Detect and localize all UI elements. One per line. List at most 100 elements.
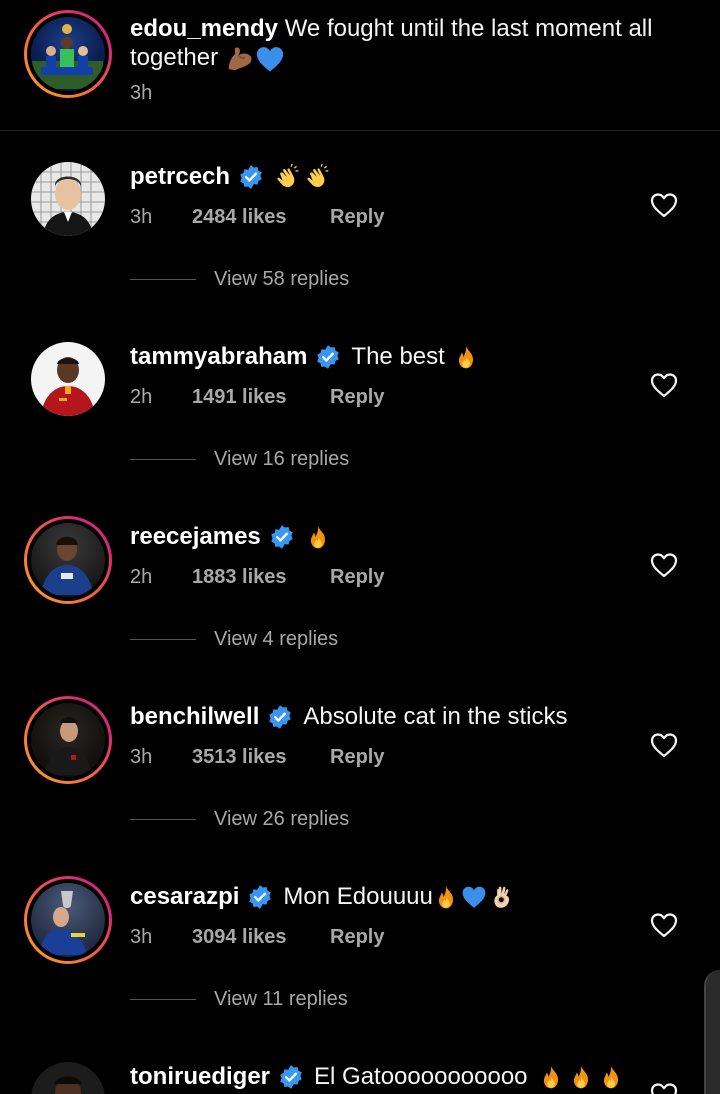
view-replies-label: View 4 replies [214,628,339,650]
comment-meta: 3h 3094 likes Reply [130,926,384,949]
comment-likes[interactable]: 3513 likes [192,746,330,769]
comment-time: 3h [130,926,153,948]
blue-heart-icon [461,884,487,910]
reply-button[interactable]: Reply [330,926,384,949]
fire-icon [453,344,479,370]
like-heart-icon[interactable] [650,552,678,578]
comment-likes[interactable]: 1491 likes [192,386,330,409]
scrollbar-thumb[interactable] [704,970,720,1094]
comment-username[interactable]: petrcech [130,162,230,192]
comment-likes[interactable]: 2484 likes [192,206,330,229]
comment-meta: 3h 3513 likes Reply [130,746,384,769]
comment-time: 2h [130,386,153,408]
view-replies-button[interactable]: View 58 replies [130,268,349,291]
comment-likes[interactable]: 3094 likes [192,926,330,949]
avatar[interactable] [31,1062,105,1094]
comment-time: 2h [130,566,153,588]
view-replies-label: View 58 replies [214,268,350,290]
avatar[interactable] [24,696,112,784]
comment-line: reecejames [130,522,331,552]
verified-badge-icon [269,524,295,550]
comment-item: reecejames 2h 1883 likes Reply View 4 re… [0,510,720,690]
like-heart-icon[interactable] [650,1082,678,1094]
comment-line: toniruediger El Gatooooooooooo [130,1062,624,1092]
profile-photo-icon [41,536,93,595]
divider [130,639,196,640]
comment-username[interactable]: toniruediger [130,1062,270,1092]
avatar[interactable] [24,516,112,604]
comment-item: tammyabraham The best 2h 1491 likes Repl… [0,330,720,510]
view-replies-button[interactable]: View 26 replies [130,808,349,831]
reply-button[interactable]: Reply [330,206,384,229]
verified-badge-icon [315,344,341,370]
fire-icon [433,884,459,910]
view-replies-label: View 26 replies [214,808,350,830]
flexed-biceps-icon [225,44,255,74]
profile-photo-icon [39,891,87,955]
caption-username[interactable]: edou_mendy [130,15,278,42]
clapping-hands-icon [304,164,330,190]
comment-item: toniruediger El Gatooooooooooo [0,1050,720,1094]
avatar[interactable] [24,876,112,964]
profile-photo-icon [45,717,91,775]
like-heart-icon[interactable] [650,192,678,218]
view-replies-button[interactable]: View 16 replies [130,448,349,471]
comment-line: tammyabraham The best [130,342,479,372]
comment-meta: 2h 1491 likes Reply [130,386,384,409]
divider [130,459,196,460]
comment-username[interactable]: reecejames [130,522,261,552]
fire-icon [305,524,331,550]
comment-line: benchilwell Absolute cat in the sticks [130,702,568,732]
comment-username[interactable]: tammyabraham [130,342,307,372]
comment-emojis [538,1064,624,1090]
verified-badge-icon [267,704,293,730]
like-heart-icon[interactable] [650,372,678,398]
fire-icon [568,1064,594,1090]
comment-text: Absolute cat in the sticks [303,703,568,730]
comment-meta: 3h 2484 likes Reply [130,206,384,229]
comment-text: Mon Edouuuu [283,883,433,910]
reply-button[interactable]: Reply [330,746,384,769]
like-heart-icon[interactable] [650,912,678,938]
caption-time: 3h [130,82,153,104]
view-replies-label: View 11 replies [214,988,348,1010]
view-replies-button[interactable]: View 4 replies [130,628,338,651]
ok-hand-icon [489,884,515,910]
reply-button[interactable]: Reply [330,386,384,409]
verified-badge-icon [247,884,273,910]
profile-photo-icon [31,162,105,236]
comment-username[interactable]: cesarazpi [130,882,239,912]
divider [130,819,196,820]
comment-username[interactable]: benchilwell [130,702,259,732]
comment-text: El Gatooooooooooo [314,1063,528,1090]
avatar[interactable] [31,342,105,416]
view-replies-label: View 16 replies [214,448,350,470]
avatar[interactable] [31,162,105,236]
reply-button[interactable]: Reply [330,566,384,589]
comment-time: 3h [130,206,153,228]
comment-time: 3h [130,746,153,768]
comment-line: petrcech [130,162,330,192]
verified-badge-icon [278,1064,304,1090]
profile-photo-icon [41,357,95,416]
view-replies-button[interactable]: View 11 replies [130,988,348,1011]
fire-icon [598,1064,624,1090]
comment-emojis [433,884,515,910]
caption-avatar[interactable] [24,10,112,98]
comment-item: benchilwell Absolute cat in the sticks 3… [0,690,720,870]
caption-text-block: edou_mendy We fought until the last mome… [130,14,690,74]
comment-item: cesarazpi Mon Edouuuu 3h 3094 likes Repl… [0,870,720,1050]
divider [130,279,196,280]
blue-heart-icon [255,44,285,74]
fire-icon [538,1064,564,1090]
team-photo-icon [31,24,103,89]
comment-line: cesarazpi Mon Edouuuu [130,882,515,912]
verified-badge-icon [238,164,264,190]
comment-item: petrcech 3h 2484 likes Reply View 58 rep… [0,150,720,330]
comment-meta: 2h 1883 likes Reply [130,566,384,589]
comment-text: The best [351,343,445,370]
post-caption: edou_mendy We fought until the last mome… [0,0,720,131]
comment-likes[interactable]: 1883 likes [192,566,330,589]
clapping-hands-icon [274,164,300,190]
like-heart-icon[interactable] [650,732,678,758]
